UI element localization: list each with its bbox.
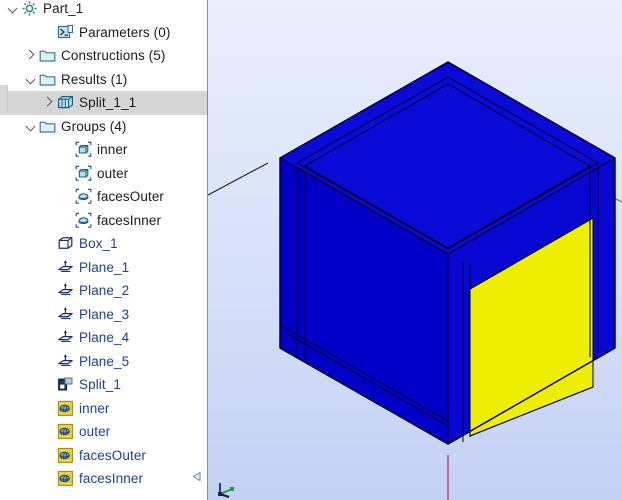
tree-item-facesinner[interactable]: facesInner bbox=[0, 209, 207, 233]
tree-item-plane-3[interactable]: Plane_3 bbox=[0, 303, 207, 327]
tree-item-label: outer bbox=[97, 165, 129, 181]
tree-item-plane-2[interactable]: Plane_2 bbox=[0, 279, 207, 303]
tree-item-label: Plane_2 bbox=[79, 283, 130, 298]
tree-item-label: Part_1 bbox=[43, 1, 84, 16]
chevron-down-icon[interactable] bbox=[24, 68, 39, 92]
tree-item-part-1[interactable]: Part_1 bbox=[0, 0, 207, 21]
tree-item-label: facesOuter bbox=[79, 447, 147, 463]
mesh-group-icon bbox=[57, 423, 74, 440]
tree-item-groups-4[interactable]: Groups (4) bbox=[0, 115, 207, 139]
plane-icon bbox=[57, 353, 74, 370]
tree-item-label: Plane_4 bbox=[79, 330, 130, 345]
tree-item-parameters-0[interactable]: Parameters (0) bbox=[0, 21, 207, 45]
object-browser-panel: Part_1 Parameters (0) Constructions (5) Res… bbox=[0, 0, 208, 500]
folder-icon bbox=[39, 118, 56, 135]
cad-scene bbox=[208, 0, 622, 500]
tree-item-label: inner bbox=[79, 400, 110, 416]
tree-item-label: Results (1) bbox=[61, 71, 128, 87]
plane-icon bbox=[57, 306, 74, 323]
plane-icon bbox=[57, 259, 74, 276]
tree-item-facesouter[interactable]: facesOuter bbox=[0, 185, 207, 209]
origin-trihedron-icon bbox=[218, 483, 234, 498]
parameters-icon bbox=[57, 24, 74, 41]
tree-item-box-1[interactable]: Box_1 bbox=[0, 232, 207, 256]
chevron-down-icon[interactable] bbox=[6, 0, 21, 21]
tree-item-constructions-5[interactable]: Constructions (5) bbox=[0, 44, 207, 68]
tree-item-label: Parameters (0) bbox=[79, 24, 171, 40]
chevron-right-icon[interactable] bbox=[24, 44, 39, 68]
tree-item-label: inner bbox=[97, 142, 128, 157]
tree-item-inner[interactable]: inner bbox=[0, 138, 207, 162]
tree-item-label: Plane_1 bbox=[79, 259, 130, 275]
tree-item-label: Plane_5 bbox=[79, 353, 130, 369]
tree-item-label: Split_1 bbox=[79, 377, 121, 392]
3d-viewport[interactable] bbox=[208, 0, 622, 500]
tree-item-label: Split_1_1 bbox=[79, 95, 137, 110]
left-panel-splitter[interactable] bbox=[0, 85, 8, 112]
tree-item-split-1[interactable]: Split_1 bbox=[0, 373, 207, 397]
tree-item-label: facesInner bbox=[79, 471, 144, 486]
plane-icon bbox=[57, 282, 74, 299]
gear-icon bbox=[21, 0, 38, 17]
tree-item-plane-4[interactable]: Plane_4 bbox=[0, 326, 207, 350]
tree-item-label: Groups (4) bbox=[61, 118, 127, 134]
object-browser-tree[interactable]: Part_1 Parameters (0) Constructions (5) Res… bbox=[0, 0, 207, 500]
folder-icon bbox=[39, 47, 56, 64]
tree-item-label: Plane_3 bbox=[79, 306, 130, 322]
split-icon bbox=[57, 376, 74, 393]
tree-item-facesouter[interactable]: facesOuter bbox=[0, 444, 207, 468]
solid-icon bbox=[57, 94, 74, 111]
folder-icon bbox=[39, 71, 56, 88]
tree-item-outer[interactable]: outer bbox=[0, 162, 207, 186]
tree-item-facesinner[interactable]: facesInner bbox=[0, 467, 207, 491]
geometry-module-window: Part_1 Parameters (0) Constructions (5) Res… bbox=[0, 0, 622, 500]
group-face-icon bbox=[75, 212, 92, 229]
tree-item-results-1[interactable]: Results (1) bbox=[0, 68, 207, 92]
tree-item-label: Constructions (5) bbox=[61, 48, 166, 63]
mesh-group-icon bbox=[57, 470, 74, 487]
plane-icon bbox=[57, 329, 74, 346]
mesh-group-icon bbox=[57, 447, 74, 464]
tree-item-inner[interactable]: inner bbox=[0, 397, 207, 421]
group-solid-icon bbox=[75, 141, 92, 158]
tree-item-split-1-1[interactable]: Split_1_1 bbox=[0, 91, 207, 115]
tree-item-label: facesInner bbox=[97, 212, 162, 228]
group-face-icon bbox=[75, 188, 92, 205]
tree-item-outer[interactable]: outer bbox=[0, 420, 207, 444]
tree-item-plane-1[interactable]: Plane_1 bbox=[0, 256, 207, 280]
chevron-right-icon[interactable] bbox=[42, 91, 57, 115]
tree-item-plane-5[interactable]: Plane_5 bbox=[0, 350, 207, 374]
box-icon bbox=[57, 235, 74, 252]
tree-item-label: outer bbox=[79, 424, 111, 439]
chevron-down-icon[interactable] bbox=[24, 115, 39, 139]
tree-item-label: Box_1 bbox=[79, 236, 118, 251]
tree-item-label: facesOuter bbox=[97, 189, 165, 204]
group-solid-icon bbox=[75, 165, 92, 182]
mesh-group-icon bbox=[57, 400, 74, 417]
collapse-panel-arrow-icon[interactable] bbox=[192, 471, 203, 482]
